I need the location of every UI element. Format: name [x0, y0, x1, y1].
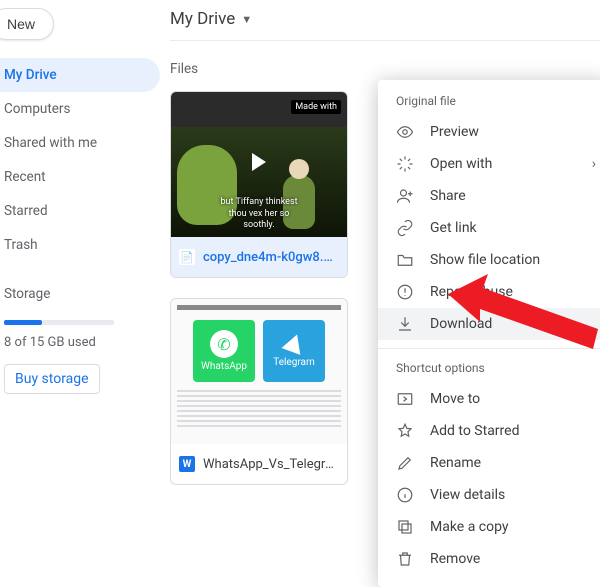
menu-item-rename[interactable]: Rename: [378, 447, 600, 479]
nav-item-starred[interactable]: Starred: [0, 194, 160, 228]
menu-item-share[interactable]: Share: [378, 180, 600, 212]
breadcrumb[interactable]: My Drive ▼: [170, 4, 600, 34]
nav-label: My Drive: [4, 67, 57, 83]
menu-section-header: Original file: [378, 90, 600, 116]
context-menu: Original file Preview Open with › Share …: [378, 80, 600, 587]
menu-item-remove[interactable]: Remove: [378, 543, 600, 575]
buy-storage-button[interactable]: Buy storage: [4, 364, 100, 394]
file-card[interactable]: ✆ WhatsApp Telegram WhatsApp_Vs_Telegram…: [170, 298, 348, 485]
menu-item-label: Preview: [430, 124, 479, 140]
menu-separator: [378, 348, 600, 349]
telegram-icon: [282, 331, 307, 355]
menu-item-label: Report abuse: [430, 284, 513, 300]
menu-item-report[interactable]: Report abuse: [378, 276, 600, 308]
storage-used-text: 8 of 15 GB used: [4, 335, 170, 350]
video-subtitle: but Tiffany thinkestthou vex her so soot…: [215, 197, 303, 231]
eye-icon: [396, 123, 414, 141]
chevron-right-icon: ›: [592, 156, 596, 172]
nav-item-computers[interactable]: Computers: [0, 92, 160, 126]
nav-item-shared[interactable]: Shared with me: [0, 126, 160, 160]
menu-item-copy[interactable]: Make a copy: [378, 511, 600, 543]
menu-item-getlink[interactable]: Get link: [378, 212, 600, 244]
menu-item-details[interactable]: View details: [378, 479, 600, 511]
whatsapp-icon: ✆: [210, 330, 238, 358]
video-file-icon: [179, 249, 195, 265]
download-icon: [396, 315, 414, 333]
star-icon: [396, 422, 414, 440]
new-button-label: New: [7, 16, 35, 32]
breadcrumb-title: My Drive: [170, 9, 235, 29]
storage-bar-fill: [4, 320, 42, 325]
file-card[interactable]: Made with but Tiffany thinkestthou vex h…: [170, 91, 348, 278]
menu-item-star[interactable]: Add to Starred: [378, 415, 600, 447]
menu-item-label: Remove: [430, 551, 480, 567]
menu-item-moveto[interactable]: Move to: [378, 383, 600, 415]
sidebar: New My Drive Computers Shared with me Re…: [0, 0, 170, 533]
menu-item-download[interactable]: Download: [378, 308, 600, 340]
buy-storage-label: Buy storage: [15, 371, 89, 387]
menu-item-label: Rename: [430, 455, 481, 471]
watermark-badge: Made with: [291, 100, 341, 114]
trash-icon: [396, 550, 414, 568]
document-thumbnail: ✆ WhatsApp Telegram: [171, 299, 347, 444]
video-thumbnail: Made with but Tiffany thinkestthou vex h…: [171, 92, 347, 237]
menu-item-label: Show file location: [430, 252, 540, 268]
menu-section-header: Shortcut options: [378, 357, 600, 383]
telegram-badge: Telegram: [263, 320, 325, 382]
menu-item-label: Share: [430, 188, 466, 204]
menu-item-preview[interactable]: Preview: [378, 116, 600, 148]
storage-heading: Storage: [4, 286, 170, 302]
move-to-icon: [396, 390, 414, 408]
info-icon: [396, 486, 414, 504]
menu-item-label: Download: [430, 316, 492, 332]
menu-item-showloc[interactable]: Show file location: [378, 244, 600, 276]
header-divider: [170, 40, 600, 41]
word-file-icon: [179, 456, 195, 472]
folder-icon: [396, 251, 414, 269]
storage-bar: [4, 320, 114, 325]
new-button[interactable]: New: [0, 8, 54, 40]
file-name: WhatsApp_Vs_Telegram.docx: [203, 457, 339, 472]
files-section-label: Files: [170, 61, 600, 77]
person-add-icon: [396, 187, 414, 205]
menu-item-label: Add to Starred: [430, 423, 519, 439]
nav-label: Trash: [4, 237, 38, 253]
storage-section: Storage 8 of 15 GB used Buy storage: [0, 286, 170, 394]
nav-label: Starred: [4, 203, 48, 219]
copy-icon: [396, 518, 414, 536]
nav-item-trash[interactable]: Trash: [0, 228, 160, 262]
menu-item-label: View details: [430, 487, 505, 503]
nav-item-recent[interactable]: Recent: [0, 160, 160, 194]
chevron-down-icon: ▼: [241, 13, 252, 26]
alert-icon: [396, 283, 414, 301]
play-icon: [252, 153, 266, 171]
move-icon: [396, 155, 414, 173]
nav-label: Computers: [4, 101, 70, 117]
menu-item-openwith[interactable]: Open with ›: [378, 148, 600, 180]
menu-item-label: Open with: [430, 156, 492, 172]
file-name: copy_dne4m-k0gw8.m4v: [203, 250, 339, 265]
nav-list: My Drive Computers Shared with me Recent…: [0, 58, 170, 262]
nav-item-mydrive[interactable]: My Drive: [0, 58, 160, 92]
menu-item-label: Move to: [430, 391, 480, 407]
link-icon: [396, 219, 414, 237]
file-card-bar: WhatsApp_Vs_Telegram.docx: [171, 444, 347, 484]
nav-label: Shared with me: [4, 135, 97, 151]
pencil-icon: [396, 454, 414, 472]
whatsapp-badge: ✆ WhatsApp: [193, 320, 255, 382]
nav-label: Recent: [4, 169, 46, 185]
menu-item-label: Get link: [430, 220, 477, 236]
file-card-bar: copy_dne4m-k0gw8.m4v: [171, 237, 347, 277]
